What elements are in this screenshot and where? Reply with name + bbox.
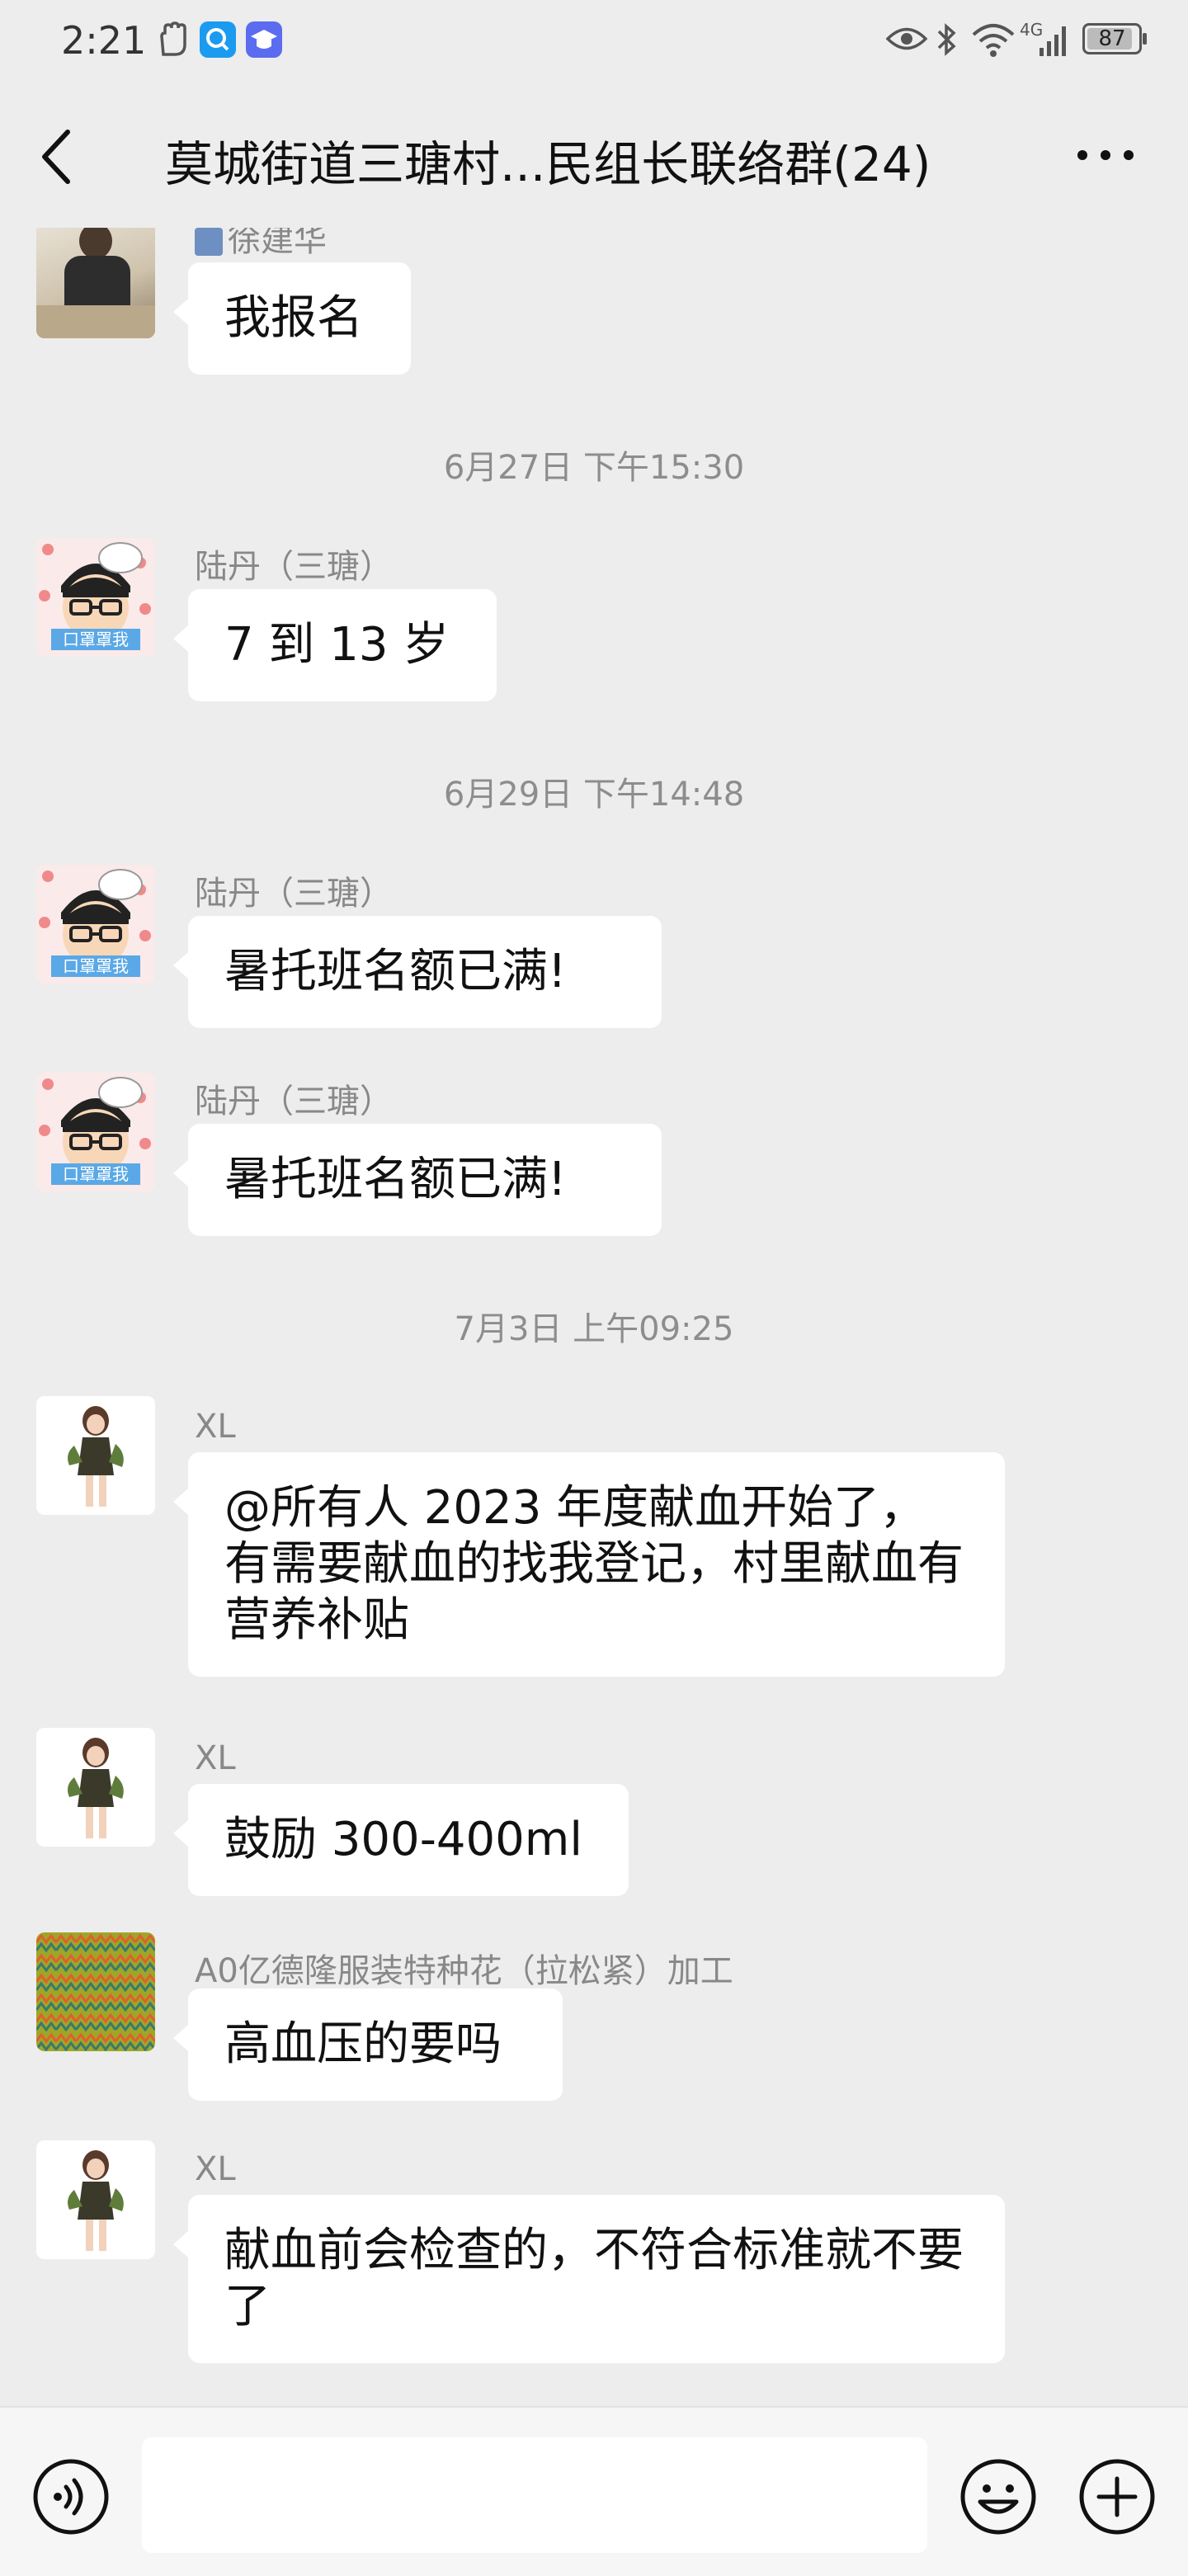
cap-app-icon (246, 21, 282, 58)
sender-name: 陆丹（三瑭） (195, 875, 393, 913)
message-bubble[interactable]: 7 到 13 岁 (173, 589, 497, 701)
message-bubble[interactable]: 高血压的要吗 (173, 1989, 563, 2101)
avatar-label: 口罩罩我 (63, 630, 129, 649)
signal-icon (1040, 26, 1066, 56)
message-bubble[interactable]: 我报名 (173, 262, 411, 375)
avatar[interactable]: 口罩罩我 (36, 1073, 155, 1191)
message-list[interactable]: 徐建华 我报名 6月27日 下午15:30 口罩罩我 陆丹（三瑭） 7 到 13… (0, 228, 1188, 2406)
avatar[interactable]: 口罩罩我 (36, 865, 155, 984)
wifi-icon (972, 24, 1015, 57)
avatar[interactable] (36, 1728, 155, 1847)
timestamp: 7月3日 上午09:25 (454, 1310, 734, 1348)
eye-icon (886, 27, 927, 50)
status-time: 2:21 (61, 18, 147, 63)
sender-badge-icon (195, 228, 223, 256)
avatar-label: 口罩罩我 (63, 1164, 129, 1184)
sender-name: 徐建华 (195, 228, 327, 261)
chat-header: 莫城街道三瑭村...民组长联络群(24) (0, 83, 1188, 228)
voice-input-icon[interactable] (31, 2457, 111, 2536)
more-functions-icon[interactable] (1077, 2457, 1157, 2536)
more-options-icon[interactable] (1072, 130, 1138, 180)
avatar[interactable] (36, 2140, 155, 2259)
sender-name: XL (195, 1739, 236, 1777)
sender-name: 陆丹（三瑭） (195, 1083, 393, 1121)
sender-name: XL (195, 2150, 236, 2188)
sender-name: A0亿德隆服装特种花（拉松紧）加工 (195, 1952, 733, 1990)
status-bar: 2:21 4G 87 (0, 0, 1188, 83)
message-input[interactable] (142, 2437, 927, 2553)
avatar[interactable] (36, 1396, 155, 1515)
hand-icon (160, 21, 186, 56)
back-icon[interactable] (33, 124, 82, 190)
battery-level: 87 (1098, 26, 1126, 51)
message-bubble[interactable]: 献血前会检查的，不符合标准就不要了 (173, 2195, 1005, 2363)
search-app-icon (200, 21, 236, 58)
battery-icon: 87 (1082, 23, 1147, 54)
avatar[interactable]: 口罩罩我 (36, 538, 155, 657)
message-bubble[interactable]: 鼓励 300-400ml (173, 1784, 629, 1896)
sender-name: 陆丹（三瑭） (195, 548, 393, 586)
timestamp: 6月27日 下午15:30 (443, 449, 745, 487)
avatar[interactable] (36, 228, 155, 338)
message-bubble[interactable]: 暑托班名额已满! (173, 1124, 662, 1236)
timestamp: 6月29日 下午14:48 (443, 776, 745, 814)
message-bubble[interactable]: @所有人 2023 年度献血开始了，有需要献血的找我登记，村里献血有营养补贴 (173, 1452, 1005, 1677)
bluetooth-icon (937, 23, 956, 56)
sender-name: XL (195, 1408, 236, 1446)
avatar-label: 口罩罩我 (63, 956, 129, 976)
chat-title: 莫城街道三瑭村...民组长联络群(24) (165, 136, 931, 192)
message-bubble[interactable]: 暑托班名额已满! (173, 916, 662, 1028)
avatar[interactable] (36, 1932, 155, 2051)
input-bar (0, 2406, 1188, 2576)
emoji-icon[interactable] (959, 2457, 1038, 2536)
